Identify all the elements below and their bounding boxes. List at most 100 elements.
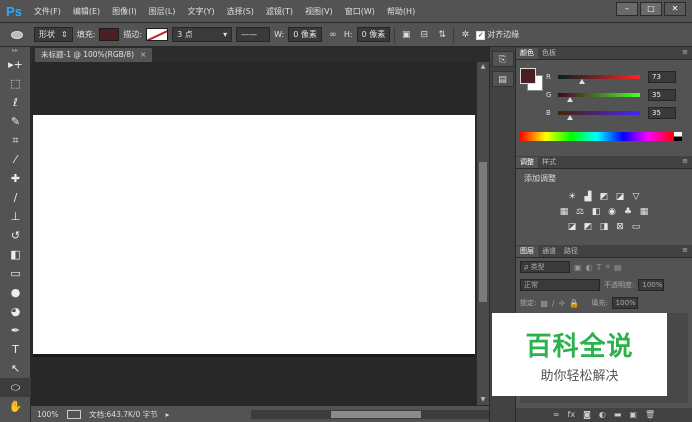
width-input[interactable]: 0 像素 bbox=[288, 27, 322, 42]
gradient-triangle-icon[interactable]: ▽ bbox=[630, 192, 642, 203]
tab-paths[interactable]: 路径 bbox=[560, 246, 582, 257]
menu-layer[interactable]: 图层(L) bbox=[143, 0, 182, 23]
layer-mask-icon[interactable]: ◙ bbox=[583, 408, 591, 422]
gradient-icon[interactable]: ▭ bbox=[0, 264, 31, 283]
path-alignment-icon[interactable]: ⊟ bbox=[417, 30, 431, 40]
marquee-icon[interactable]: ⬚ bbox=[0, 74, 31, 93]
document-tab[interactable]: 未标题-1 @ 100%(RGB/8) × bbox=[35, 48, 153, 62]
crop-icon[interactable]: ⌗ bbox=[0, 131, 31, 150]
horizontal-scrollbar[interactable] bbox=[251, 410, 501, 419]
red-value-input[interactable]: 73 bbox=[648, 71, 676, 83]
restore-button[interactable]: □ bbox=[640, 2, 662, 16]
brightness-icon[interactable]: ☀ bbox=[566, 192, 578, 203]
menu-window[interactable]: 窗口(W) bbox=[339, 0, 381, 23]
panel-menu-icon[interactable]: ≡ bbox=[682, 48, 688, 56]
foreground-color-swatch[interactable] bbox=[520, 68, 536, 84]
height-input[interactable]: 0 像素 bbox=[356, 27, 391, 42]
eraser-icon[interactable]: ◧ bbox=[0, 245, 31, 264]
minimize-button[interactable]: – bbox=[616, 2, 638, 16]
black-white-icon[interactable]: ◧ bbox=[590, 207, 602, 218]
tab-channels[interactable]: 通道 bbox=[538, 246, 560, 257]
menu-file[interactable]: 文件(F) bbox=[28, 0, 67, 23]
trash-icon[interactable]: 🗑 bbox=[645, 408, 655, 422]
lock-paint-icon[interactable]: ∕ bbox=[552, 299, 555, 308]
panel-menu-icon[interactable]: ≡ bbox=[682, 246, 688, 254]
threshold-icon[interactable]: ◨ bbox=[598, 222, 610, 233]
lasso-icon[interactable]: ℓ bbox=[0, 93, 31, 112]
smart-object-filter-icon[interactable]: ▤ bbox=[614, 263, 622, 272]
tab-layers[interactable]: 图层 bbox=[516, 246, 538, 257]
brush-icon[interactable]: ∕ bbox=[0, 188, 31, 207]
type-icon[interactable]: T bbox=[0, 340, 31, 359]
blur-icon[interactable]: ● bbox=[0, 283, 31, 302]
slider-thumb[interactable] bbox=[567, 115, 573, 120]
document-canvas[interactable] bbox=[33, 115, 475, 354]
stroke-type-select[interactable]: —— bbox=[236, 27, 271, 42]
type-filter-icon[interactable]: T bbox=[597, 263, 602, 272]
status-menu-icon[interactable]: ▸ bbox=[166, 410, 170, 419]
vibrance-icon[interactable]: ▦ bbox=[558, 207, 570, 218]
lock-transparency-icon[interactable]: ▩ bbox=[540, 299, 548, 308]
layer-filter-select[interactable]: ρ 类型 bbox=[520, 261, 570, 273]
toolbox-grip[interactable]: ▸▸ bbox=[0, 47, 30, 55]
shape-mode-select[interactable]: 形状 ⇕ bbox=[34, 27, 73, 42]
menu-view[interactable]: 视图(V) bbox=[299, 0, 339, 23]
gear-icon[interactable]: ✲ bbox=[458, 30, 472, 40]
menu-help[interactable]: 帮助(H) bbox=[381, 0, 421, 23]
quick-select-icon[interactable]: ✎ bbox=[0, 112, 31, 131]
history-brush-icon[interactable]: ↺ bbox=[0, 226, 31, 245]
group-icon[interactable]: ▬ bbox=[614, 408, 622, 422]
link-icon[interactable]: ∞ bbox=[326, 30, 340, 40]
stamp-icon[interactable]: ⊥ bbox=[0, 207, 31, 226]
layer-style-icon[interactable]: fx bbox=[568, 408, 576, 422]
close-icon[interactable]: × bbox=[140, 50, 146, 59]
black-white-ramp[interactable] bbox=[674, 132, 682, 141]
path-operations-icon[interactable]: ▣ bbox=[399, 30, 413, 40]
green-value-input[interactable]: 35 bbox=[648, 89, 676, 101]
path-select-icon[interactable]: ↖ bbox=[0, 359, 31, 378]
stroke-width-input[interactable]: 3 点 ▾ bbox=[172, 27, 233, 42]
menu-filter[interactable]: 滤镜(T) bbox=[260, 0, 299, 23]
path-arrangement-icon[interactable]: ⇅ bbox=[435, 30, 449, 40]
tab-styles[interactable]: 样式 bbox=[538, 157, 560, 168]
panel-menu-icon[interactable]: ≡ bbox=[682, 157, 688, 165]
tab-swatches[interactable]: 色板 bbox=[538, 48, 560, 59]
healing-icon[interactable]: ✚ bbox=[0, 169, 31, 188]
color-lookup-icon[interactable]: ▦ bbox=[638, 207, 650, 218]
levels-icon[interactable]: ▟ bbox=[582, 192, 594, 203]
close-button[interactable]: ✕ bbox=[664, 2, 686, 16]
invert-icon[interactable]: ◪ bbox=[566, 222, 578, 233]
lock-position-icon[interactable]: ✛ bbox=[559, 299, 566, 308]
hand-icon[interactable]: ✋ bbox=[0, 397, 31, 416]
adjustment-filter-icon[interactable]: ◐ bbox=[586, 263, 593, 272]
blue-value-input[interactable]: 35 bbox=[648, 107, 676, 119]
channel-mixer-icon[interactable]: ♣ bbox=[622, 207, 634, 218]
dodge-icon[interactable]: ◕ bbox=[0, 302, 31, 321]
curves-icon[interactable]: ◩ bbox=[598, 192, 610, 203]
exposure-icon[interactable]: ◪ bbox=[614, 192, 626, 203]
slider-thumb[interactable] bbox=[567, 97, 573, 102]
lock-all-icon[interactable]: 🔒 bbox=[569, 299, 579, 308]
slider-thumb[interactable] bbox=[579, 79, 585, 84]
pen-icon[interactable]: ✒ bbox=[0, 321, 31, 340]
scrollbar-thumb[interactable] bbox=[331, 411, 421, 418]
pixel-filter-icon[interactable]: ▣ bbox=[574, 263, 582, 272]
tool-preset-picker[interactable] bbox=[4, 27, 30, 43]
fill-input[interactable]: 100% bbox=[611, 297, 638, 309]
eyedropper-icon[interactable]: ⁄ bbox=[0, 150, 31, 169]
ellipse-icon[interactable]: ⬭ bbox=[0, 378, 31, 397]
history-panel-icon[interactable]: ⎘ bbox=[491, 51, 514, 67]
properties-panel-icon[interactable]: ▤ bbox=[491, 71, 514, 87]
scroll-up-icon[interactable]: ▲ bbox=[477, 62, 489, 72]
opacity-input[interactable]: 100% bbox=[638, 279, 665, 291]
scrollbar-thumb[interactable] bbox=[479, 162, 487, 302]
posterize-icon[interactable]: ◩ bbox=[582, 222, 594, 233]
selective-color-icon[interactable]: ⊠ bbox=[614, 222, 626, 233]
align-edges-checkbox[interactable]: ✓ 对齐边缘 bbox=[476, 29, 519, 40]
scroll-down-icon[interactable]: ▼ bbox=[477, 395, 489, 405]
tab-color[interactable]: 颜色 bbox=[516, 48, 538, 59]
vertical-scrollbar[interactable]: ▲ ▼ bbox=[476, 62, 489, 405]
fill-color-swatch[interactable] bbox=[99, 28, 120, 41]
gradient-map-icon[interactable]: ▭ bbox=[630, 222, 642, 233]
menu-type[interactable]: 文字(Y) bbox=[181, 0, 220, 23]
